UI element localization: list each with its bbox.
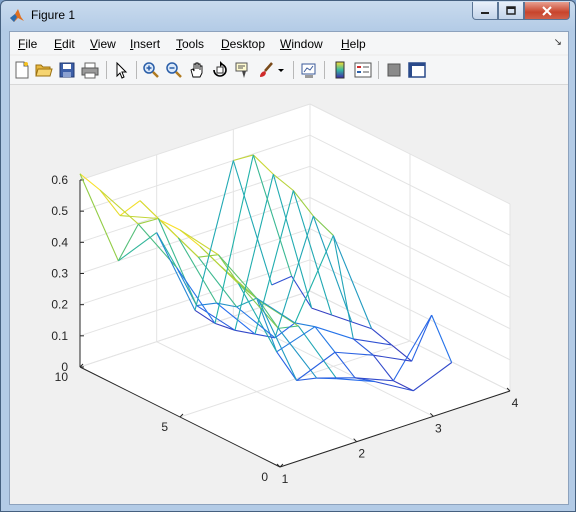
menu-desktop[interactable]: Desktop [221, 37, 265, 51]
menu-insert[interactable]: Insert [130, 37, 160, 51]
menu-file[interactable]: File [18, 37, 37, 51]
z-tick-label: 0.5 [51, 204, 68, 218]
axes-3d[interactable]: 1234051000.10.20.30.40.50.6 [10, 86, 568, 504]
x-tick-label: 1 [282, 472, 289, 486]
menu-window[interactable]: Window [280, 37, 323, 51]
legend-icon[interactable] [353, 60, 373, 80]
z-tick-label: 0 [61, 360, 68, 374]
z-tick-label: 0.4 [51, 235, 68, 249]
toolbar-separator [136, 61, 137, 79]
z-tick-label: 0.2 [51, 298, 68, 312]
title-bar[interactable]: Figure 1 [1, 1, 575, 30]
minimize-button[interactable] [472, 2, 498, 20]
zoom-out-icon[interactable] [164, 60, 184, 80]
new-figure-icon[interactable] [12, 60, 32, 80]
maximize-button[interactable] [498, 2, 524, 20]
x-tick-label: 3 [435, 421, 442, 435]
menu-bar: File Edit View Insert Tools Desktop Wind… [10, 32, 568, 54]
close-icon [542, 5, 552, 16]
show-plot-tools-icon[interactable] [407, 60, 427, 80]
dropdown-arrow-icon[interactable] [276, 60, 286, 80]
matlab-logo-icon [9, 8, 25, 24]
data-cursor-icon[interactable] [233, 60, 253, 80]
menu-edit[interactable]: Edit [54, 37, 75, 51]
pointer-icon[interactable] [111, 60, 131, 80]
y-tick-label: 0 [261, 470, 268, 484]
brush-icon[interactable] [256, 60, 276, 80]
close-button[interactable] [524, 2, 570, 20]
toolbar-separator [378, 61, 379, 79]
hide-plot-tools-icon[interactable] [384, 60, 404, 80]
dock-arrow-icon[interactable]: ↘ [554, 37, 562, 48]
x-tick-label: 4 [512, 396, 519, 410]
menu-view[interactable]: View [90, 37, 116, 51]
maximize-icon [506, 5, 516, 15]
figure-window: Figure 1 File Edit View Insert Tools Des… [0, 0, 576, 512]
rotate-3d-icon[interactable] [210, 60, 230, 80]
z-tick-label: 0.1 [51, 329, 68, 343]
toolbar-separator [106, 61, 107, 79]
pan-icon[interactable] [187, 60, 207, 80]
z-tick-label: 0.3 [51, 267, 68, 281]
minimize-icon [481, 11, 489, 14]
window-title: Figure 1 [31, 8, 76, 22]
link-plot-icon[interactable] [299, 60, 319, 80]
y-tick-label: 5 [161, 420, 168, 434]
figure-toolbar [10, 56, 568, 85]
toolbar-separator [324, 61, 325, 79]
z-tick-label: 0.6 [51, 173, 68, 187]
menu-help[interactable]: Help [341, 37, 366, 51]
colorbar-icon[interactable] [330, 60, 350, 80]
toolbar-separator [293, 61, 294, 79]
open-file-icon[interactable] [34, 60, 54, 80]
print-icon[interactable] [80, 60, 100, 80]
figure-client: File Edit View Insert Tools Desktop Wind… [9, 31, 569, 505]
x-tick-label: 2 [358, 447, 365, 461]
zoom-in-icon[interactable] [141, 60, 161, 80]
save-icon[interactable] [57, 60, 77, 80]
plot-area[interactable]: 1 2 3 4 0 5 10 0 0.1 0.2 0.3 0.4 0.5 0.6 [10, 86, 568, 504]
menu-tools[interactable]: Tools [176, 37, 204, 51]
